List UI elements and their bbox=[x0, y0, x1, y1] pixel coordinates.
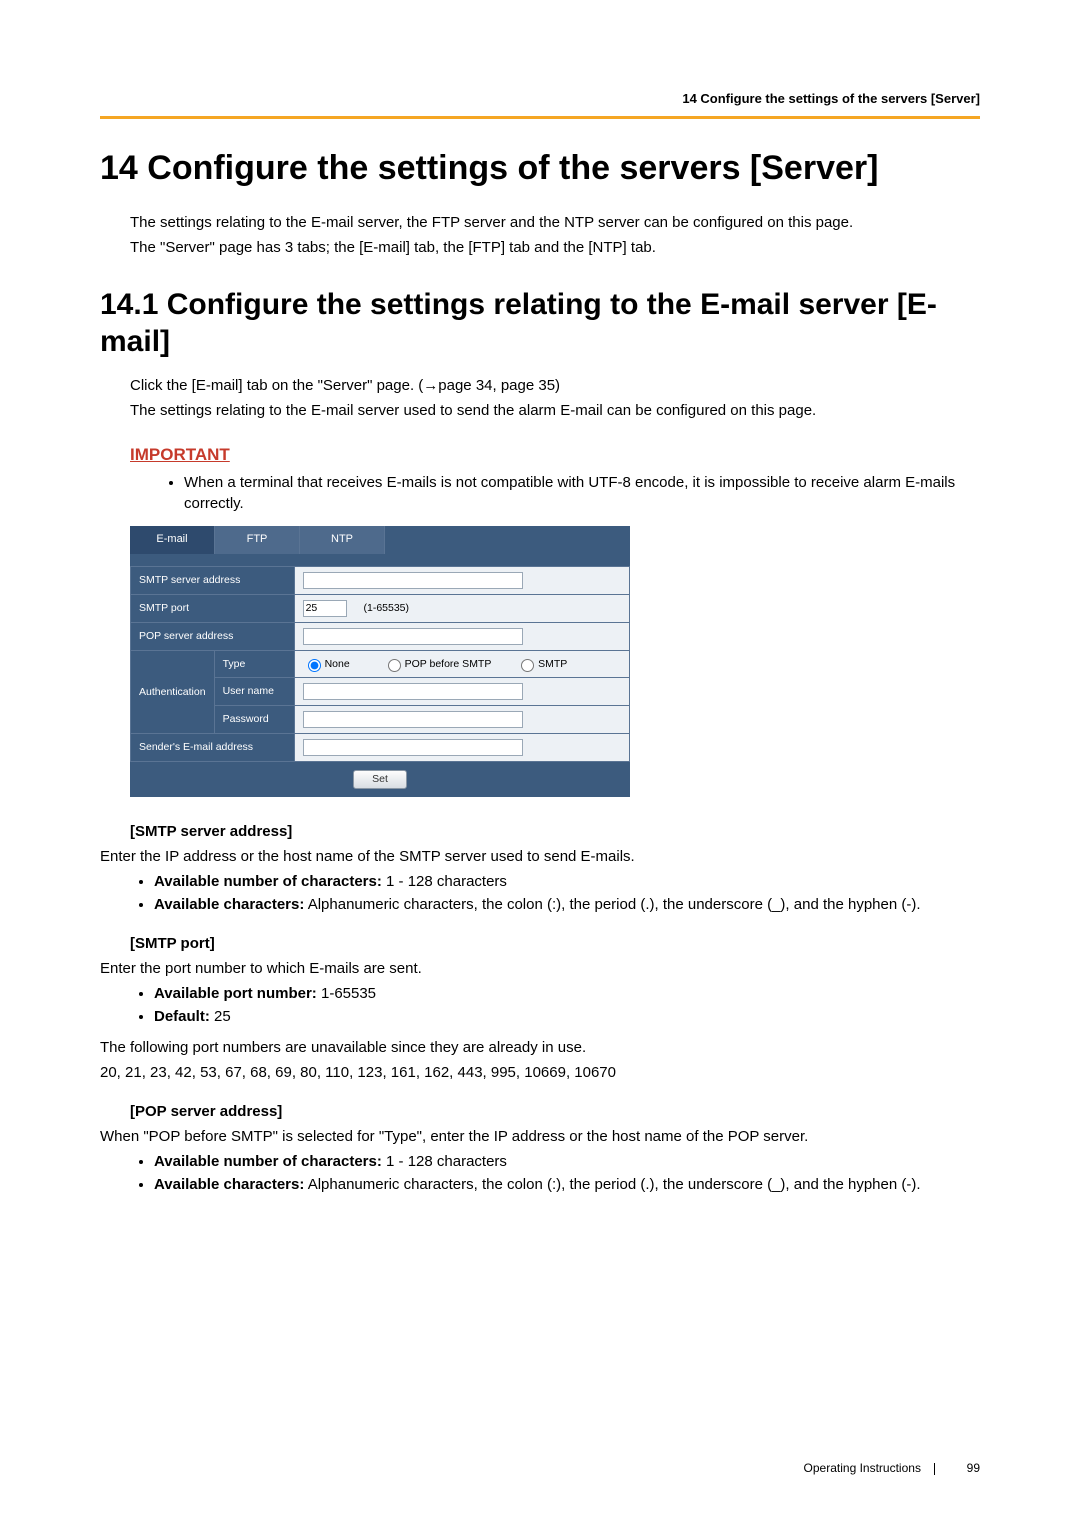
list-pop-address: Available number of characters: 1 - 128 … bbox=[100, 1151, 980, 1195]
footer-page-number: 99 bbox=[967, 1461, 980, 1475]
label-auth-type: Type bbox=[214, 650, 294, 677]
tab-bar: E-mail FTP NTP bbox=[130, 526, 630, 553]
intro-line-2: The "Server" page has 3 tabs; the [E-mai… bbox=[130, 237, 980, 258]
list-smtp-address: Available number of characters: 1 - 128 … bbox=[100, 871, 980, 915]
radio-pop-text: POP before SMTP bbox=[405, 658, 492, 670]
radio-none[interactable] bbox=[308, 659, 321, 672]
label-authentication: Authentication bbox=[131, 650, 215, 733]
radio-pop[interactable] bbox=[388, 659, 401, 672]
set-button[interactable]: Set bbox=[353, 770, 407, 789]
label-pop-address: POP server address bbox=[131, 622, 295, 650]
pop-addr-b1-label: Available number of characters: bbox=[154, 1153, 382, 1170]
pop-addr-b1-rest: 1 - 128 characters bbox=[382, 1153, 507, 1170]
footer-separator bbox=[934, 1463, 935, 1475]
list-smtp-port: Available port number: 1-65535 Default: … bbox=[100, 983, 980, 1027]
pop-addr-b2-rest: Alphanumeric characters, the colon (:), … bbox=[304, 1176, 920, 1193]
pop-addr-b2-label: Available characters: bbox=[154, 1176, 304, 1193]
running-header: 14 Configure the settings of the servers… bbox=[100, 90, 980, 119]
pop-address-input[interactable] bbox=[303, 628, 523, 645]
cell-smtp-port: (1-65535) bbox=[294, 594, 629, 622]
desc-smtp-port: Enter the port number to which E-mails a… bbox=[100, 958, 980, 979]
cell-password bbox=[294, 705, 629, 733]
document-page: 14 Configure the settings of the servers… bbox=[0, 0, 1080, 1527]
radio-smtp[interactable] bbox=[521, 659, 534, 672]
config-form-table: SMTP server address SMTP port (1-65535) … bbox=[130, 566, 630, 762]
smtp-addr-b2-label: Available characters: bbox=[154, 896, 304, 913]
important-label: IMPORTANT bbox=[130, 443, 980, 467]
smtp-port-b1-label: Available port number: bbox=[154, 985, 317, 1002]
cell-username bbox=[294, 677, 629, 705]
important-item: When a terminal that receives E-mails is… bbox=[184, 472, 980, 514]
footer-label: Operating Instructions bbox=[804, 1461, 921, 1475]
config-screenshot: E-mail FTP NTP SMTP server address SMTP … bbox=[130, 526, 630, 796]
pop-addr-bullet-2: Available characters: Alphanumeric chara… bbox=[154, 1174, 980, 1195]
smtp-port-bullet-2: Default: 25 bbox=[154, 1006, 980, 1027]
smtp-port-b2-label: Default: bbox=[154, 1008, 210, 1025]
section-desc-line: The settings relating to the E-mail serv… bbox=[130, 400, 980, 421]
smtp-addr-b1-label: Available number of characters: bbox=[154, 873, 382, 890]
cell-pop-address bbox=[294, 622, 629, 650]
radio-smtp-label[interactable]: SMTP bbox=[516, 658, 567, 670]
desc-smtp-address: Enter the IP address or the host name of… bbox=[100, 846, 980, 867]
cell-smtp-address bbox=[294, 566, 629, 594]
smtp-port-followup-1: The following port numbers are unavailab… bbox=[100, 1037, 980, 1058]
section-intro: Click the [E-mail] tab on the "Server" p… bbox=[130, 375, 980, 515]
chapter-intro: The settings relating to the E-mail serv… bbox=[130, 212, 980, 258]
desc-pop-address: When "POP before SMTP" is selected for "… bbox=[100, 1126, 980, 1147]
tab-filler bbox=[385, 526, 630, 553]
radio-none-label[interactable]: None bbox=[303, 658, 350, 670]
smtp-addr-bullet-1: Available number of characters: 1 - 128 … bbox=[154, 871, 980, 892]
label-username: User name bbox=[214, 677, 294, 705]
running-head-text: 14 Configure the settings of the servers… bbox=[682, 91, 980, 106]
radio-smtp-text: SMTP bbox=[538, 658, 567, 670]
smtp-addr-b1-rest: 1 - 128 characters bbox=[382, 873, 507, 890]
radio-none-text: None bbox=[325, 658, 350, 670]
chapter-title: 14 Configure the settings of the servers… bbox=[100, 147, 980, 190]
label-smtp-address: SMTP server address bbox=[131, 566, 295, 594]
heading-smtp-address: [SMTP server address] bbox=[130, 821, 980, 842]
username-input[interactable] bbox=[303, 683, 523, 700]
smtp-port-b2-rest: 25 bbox=[210, 1008, 231, 1025]
smtp-port-bullet-1: Available port number: 1-65535 bbox=[154, 983, 980, 1004]
smtp-port-followup-2: 20, 21, 23, 42, 53, 67, 68, 69, 80, 110,… bbox=[100, 1062, 980, 1083]
heading-smtp-port: [SMTP port] bbox=[130, 933, 980, 954]
smtp-addr-bullet-2: Available characters: Alphanumeric chara… bbox=[154, 894, 980, 915]
smtp-addr-b2-rest: Alphanumeric characters, the colon (:), … bbox=[304, 896, 920, 913]
tab-spacer bbox=[130, 554, 630, 566]
pop-addr-bullet-1: Available number of characters: 1 - 128 … bbox=[154, 1151, 980, 1172]
page-footer: Operating Instructions 99 bbox=[804, 1460, 980, 1477]
label-sender-address: Sender's E-mail address bbox=[131, 733, 295, 761]
smtp-address-input[interactable] bbox=[303, 572, 523, 589]
password-input[interactable] bbox=[303, 711, 523, 728]
smtp-port-range: (1-65535) bbox=[363, 602, 409, 614]
tab-email[interactable]: E-mail bbox=[130, 526, 215, 553]
tab-ntp[interactable]: NTP bbox=[300, 526, 385, 553]
set-button-row: Set bbox=[130, 762, 630, 797]
intro-line-1: The settings relating to the E-mail serv… bbox=[130, 212, 980, 233]
label-smtp-port: SMTP port bbox=[131, 594, 295, 622]
sender-address-input[interactable] bbox=[303, 739, 523, 756]
label-password: Password bbox=[214, 705, 294, 733]
radio-pop-label[interactable]: POP before SMTP bbox=[383, 658, 492, 670]
important-list: When a terminal that receives E-mails is… bbox=[130, 472, 980, 514]
tab-ftp[interactable]: FTP bbox=[215, 526, 300, 553]
smtp-port-input[interactable] bbox=[303, 600, 347, 617]
cell-sender-address bbox=[294, 733, 629, 761]
section-click-line: Click the [E-mail] tab on the "Server" p… bbox=[130, 375, 980, 396]
section-title: 14.1 Configure the settings relating to … bbox=[100, 286, 980, 361]
cell-auth-type: None POP before SMTP SMTP bbox=[294, 650, 629, 677]
heading-pop-address: [POP server address] bbox=[130, 1101, 980, 1122]
smtp-port-b1-rest: 1-65535 bbox=[317, 985, 376, 1002]
